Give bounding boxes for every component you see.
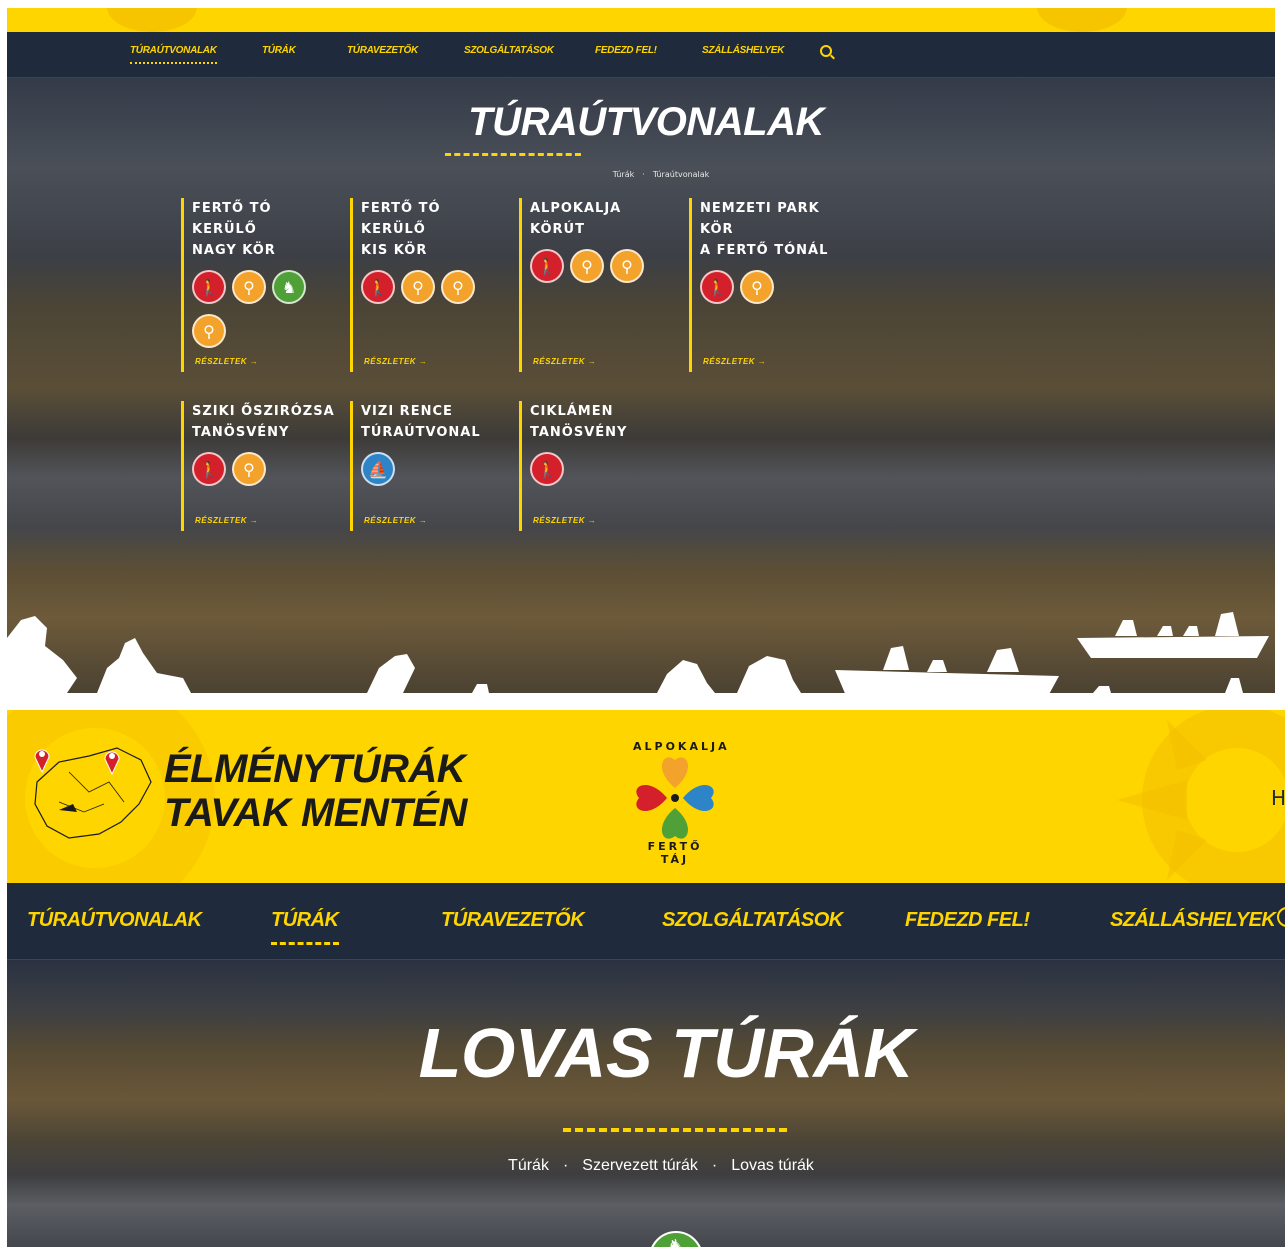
route-card[interactable]: VIZI RENCE TÚRAÚTVONAL ⛵ RÉSZLETEK → [350,401,510,531]
map-pin-icon [104,751,120,776]
route-title: ALPOKALJA KÖRÚT [530,201,622,237]
route-activity-icons: 🚶 ⚲ ⚲ [530,249,660,293]
horse-icon: ♞ [272,270,306,304]
alpokalja-logo[interactable] [633,740,717,856]
search-icon[interactable] [1277,907,1285,927]
bike-icon: ⚲ [232,452,266,486]
map-pin-icon [34,749,50,774]
main-nav: TÚRAÚTVONALAK TÚRÁK TÚRAVEZETŐK SZOLGÁLT… [7,32,1275,78]
language-switch[interactable]: H [1271,786,1285,810]
hikers-silhouette-decoration [7,612,1269,693]
nav-item-turak[interactable]: TÚRÁK [271,909,339,945]
nav-item-szolgaltatasok[interactable]: SZOLGÁLTATÁSOK [464,45,554,56]
route-activity-icons: 🚶 ⚲ ♞ ⚲ [192,270,322,358]
bike-icon: ⚲ [441,270,475,304]
breadcrumb-item[interactable]: Szervezett túrák [582,1157,698,1174]
breadcrumb-separator: · [642,170,645,179]
route-title: VIZI RENCE TÚRAÚTVONAL [361,404,481,440]
main-nav: TÚRAÚTVONALAK TÚRÁK TÚRAVEZETŐK SZOLGÁLT… [7,883,1285,960]
alpokalja-logo-top-text: ALPOKALJA [633,740,730,753]
details-link[interactable]: RÉSZLETEK → [195,516,258,525]
boat-icon: ⛵ [361,452,395,486]
bike-icon: ⚲ [740,270,774,304]
route-card[interactable]: FERTŐ TÓ KERÜLŐ NAGY KÖR 🚶 ⚲ ♞ ⚲ RÉSZLETE… [181,198,341,372]
route-card[interactable]: FERTŐ TÓ KERÜLŐ KIS KÖR 🚶 ⚲ ⚲ RÉSZLETEK → [350,198,510,372]
hiker-icon: 🚶 [192,452,226,486]
route-title: NEMZETI PARK KÖR A FERTŐ TÓNÁL [700,201,829,258]
nav-item-fedezd-fel[interactable]: FEDEZD FEL! [595,45,657,56]
breadcrumb-item[interactable]: Túrák [613,170,635,179]
screenshot-panel-horse-tours: ÉLMÉNYTÚRÁK TAVAK MENTÉN ALPOKALJA FERTŐ… [7,710,1285,1247]
nav-item-turak[interactable]: TÚRÁK [262,45,296,56]
route-card[interactable]: NEMZETI PARK KÖR A FERTŐ TÓNÁL 🚶 ⚲ RÉSZLE… [689,198,849,372]
nav-item-fedezd-fel[interactable]: FEDEZD FEL! [905,909,1030,932]
hiker-icon: 🚶 [361,270,395,304]
page-title: TÚRAÚTVONALAK [468,100,824,144]
route-activity-icons: ⛵ [361,452,491,496]
bike-icon: ⚲ [570,249,604,283]
route-title: CIKLÁMEN TANÖSVÉNY [530,404,628,440]
breadcrumb: Túrák · Szervezett túrák · Lovas túrák [7,1157,1285,1175]
details-link[interactable]: RÉSZLETEK → [364,357,427,366]
details-link[interactable]: RÉSZLETEK → [703,357,766,366]
bike-icon: ⚲ [610,249,644,283]
hero-section: LOVAS TÚRÁK Túrák · Szervezett túrák · Lovas… [7,960,1285,1247]
site-logo-text[interactable]: ÉLMÉNYTÚRÁK TAVAK MENTÉN [164,747,467,835]
screenshot-panel-routes: TÚRAÚTVONALAK TÚRÁK TÚRAVEZETŐK SZOLGÁLT… [7,8,1275,693]
bike-icon: ⚲ [401,270,435,304]
nav-item-turavezetok[interactable]: TÚRAVEZETŐK [347,45,418,56]
details-link[interactable]: RÉSZLETEK → [533,357,596,366]
route-title: FERTŐ TÓ KERÜLŐ NAGY KÖR [192,201,276,258]
sun-decoration [1037,8,1127,32]
page-title: LOVAS TÚRÁK [418,1014,914,1092]
route-title: FERTŐ TÓ KERÜLŐ KIS KÖR [361,201,441,258]
route-activity-icons: 🚶 [530,452,660,496]
route-card[interactable]: SZIKI ŐSZIRÓZSA TANÖSVÉNY 🚶 ⚲ RÉSZLETEK → [181,401,341,531]
breadcrumb-item[interactable]: Túrák [508,1157,549,1174]
search-icon[interactable] [820,45,832,57]
nav-item-turautvonalak[interactable]: TÚRAÚTVONALAK [130,45,217,64]
nav-item-turautvonalak[interactable]: TÚRAÚTVONALAK [27,909,202,932]
route-title: SZIKI ŐSZIRÓZSA TANÖSVÉNY [192,404,335,440]
breadcrumb-separator: · [562,1157,569,1174]
details-link[interactable]: RÉSZLETEK → [533,516,596,525]
header-strip [7,8,1275,32]
title-underline [445,153,581,157]
nav-item-szallashelyek[interactable]: SZÁLLÁSHELYEK [702,45,784,56]
nav-item-turavezetok[interactable]: TÚRAVEZETŐK [441,909,585,932]
breadcrumb-item: Túraútvonalak [652,170,710,179]
hiker-icon: 🚶 [192,270,226,304]
breadcrumb-item: Lovas túrák [731,1157,814,1174]
hiker-icon: 🚶 [700,270,734,304]
route-card[interactable]: CIKLÁMEN TANÖSVÉNY 🚶 RÉSZLETEK → [519,401,679,531]
bike-icon: ⚲ [192,314,226,348]
bike-icon: ⚲ [232,270,266,304]
sun-decoration [107,8,197,32]
title-underline [563,1128,787,1134]
nav-item-szallashelyek[interactable]: SZÁLLÁSHELYEK [1110,909,1276,932]
nav-item-szolgaltatasok[interactable]: SZOLGÁLTATÁSOK [662,909,843,932]
site-header: ÉLMÉNYTÚRÁK TAVAK MENTÉN ALPOKALJA FERTŐ… [7,710,1285,883]
horse-icon: ♞ [649,1231,703,1247]
details-link[interactable]: RÉSZLETEK → [364,516,427,525]
breadcrumb-separator: · [711,1157,718,1174]
route-activity-icons: 🚶 ⚲ [700,270,830,314]
route-card[interactable]: ALPOKALJA KÖRÚT 🚶 ⚲ ⚲ RÉSZLETEK → [519,198,679,372]
details-link[interactable]: RÉSZLETEK → [195,357,258,366]
breadcrumb: Túrák · Túraútvonalak [7,170,1275,179]
route-activity-icons: 🚶 ⚲ [192,452,322,496]
hiker-icon: 🚶 [530,249,564,283]
hiker-icon: 🚶 [530,452,564,486]
route-activity-icons: 🚶 ⚲ ⚲ [361,270,491,314]
alpokalja-logo-bottom-text: FERTŐ TÁJ [647,840,703,866]
